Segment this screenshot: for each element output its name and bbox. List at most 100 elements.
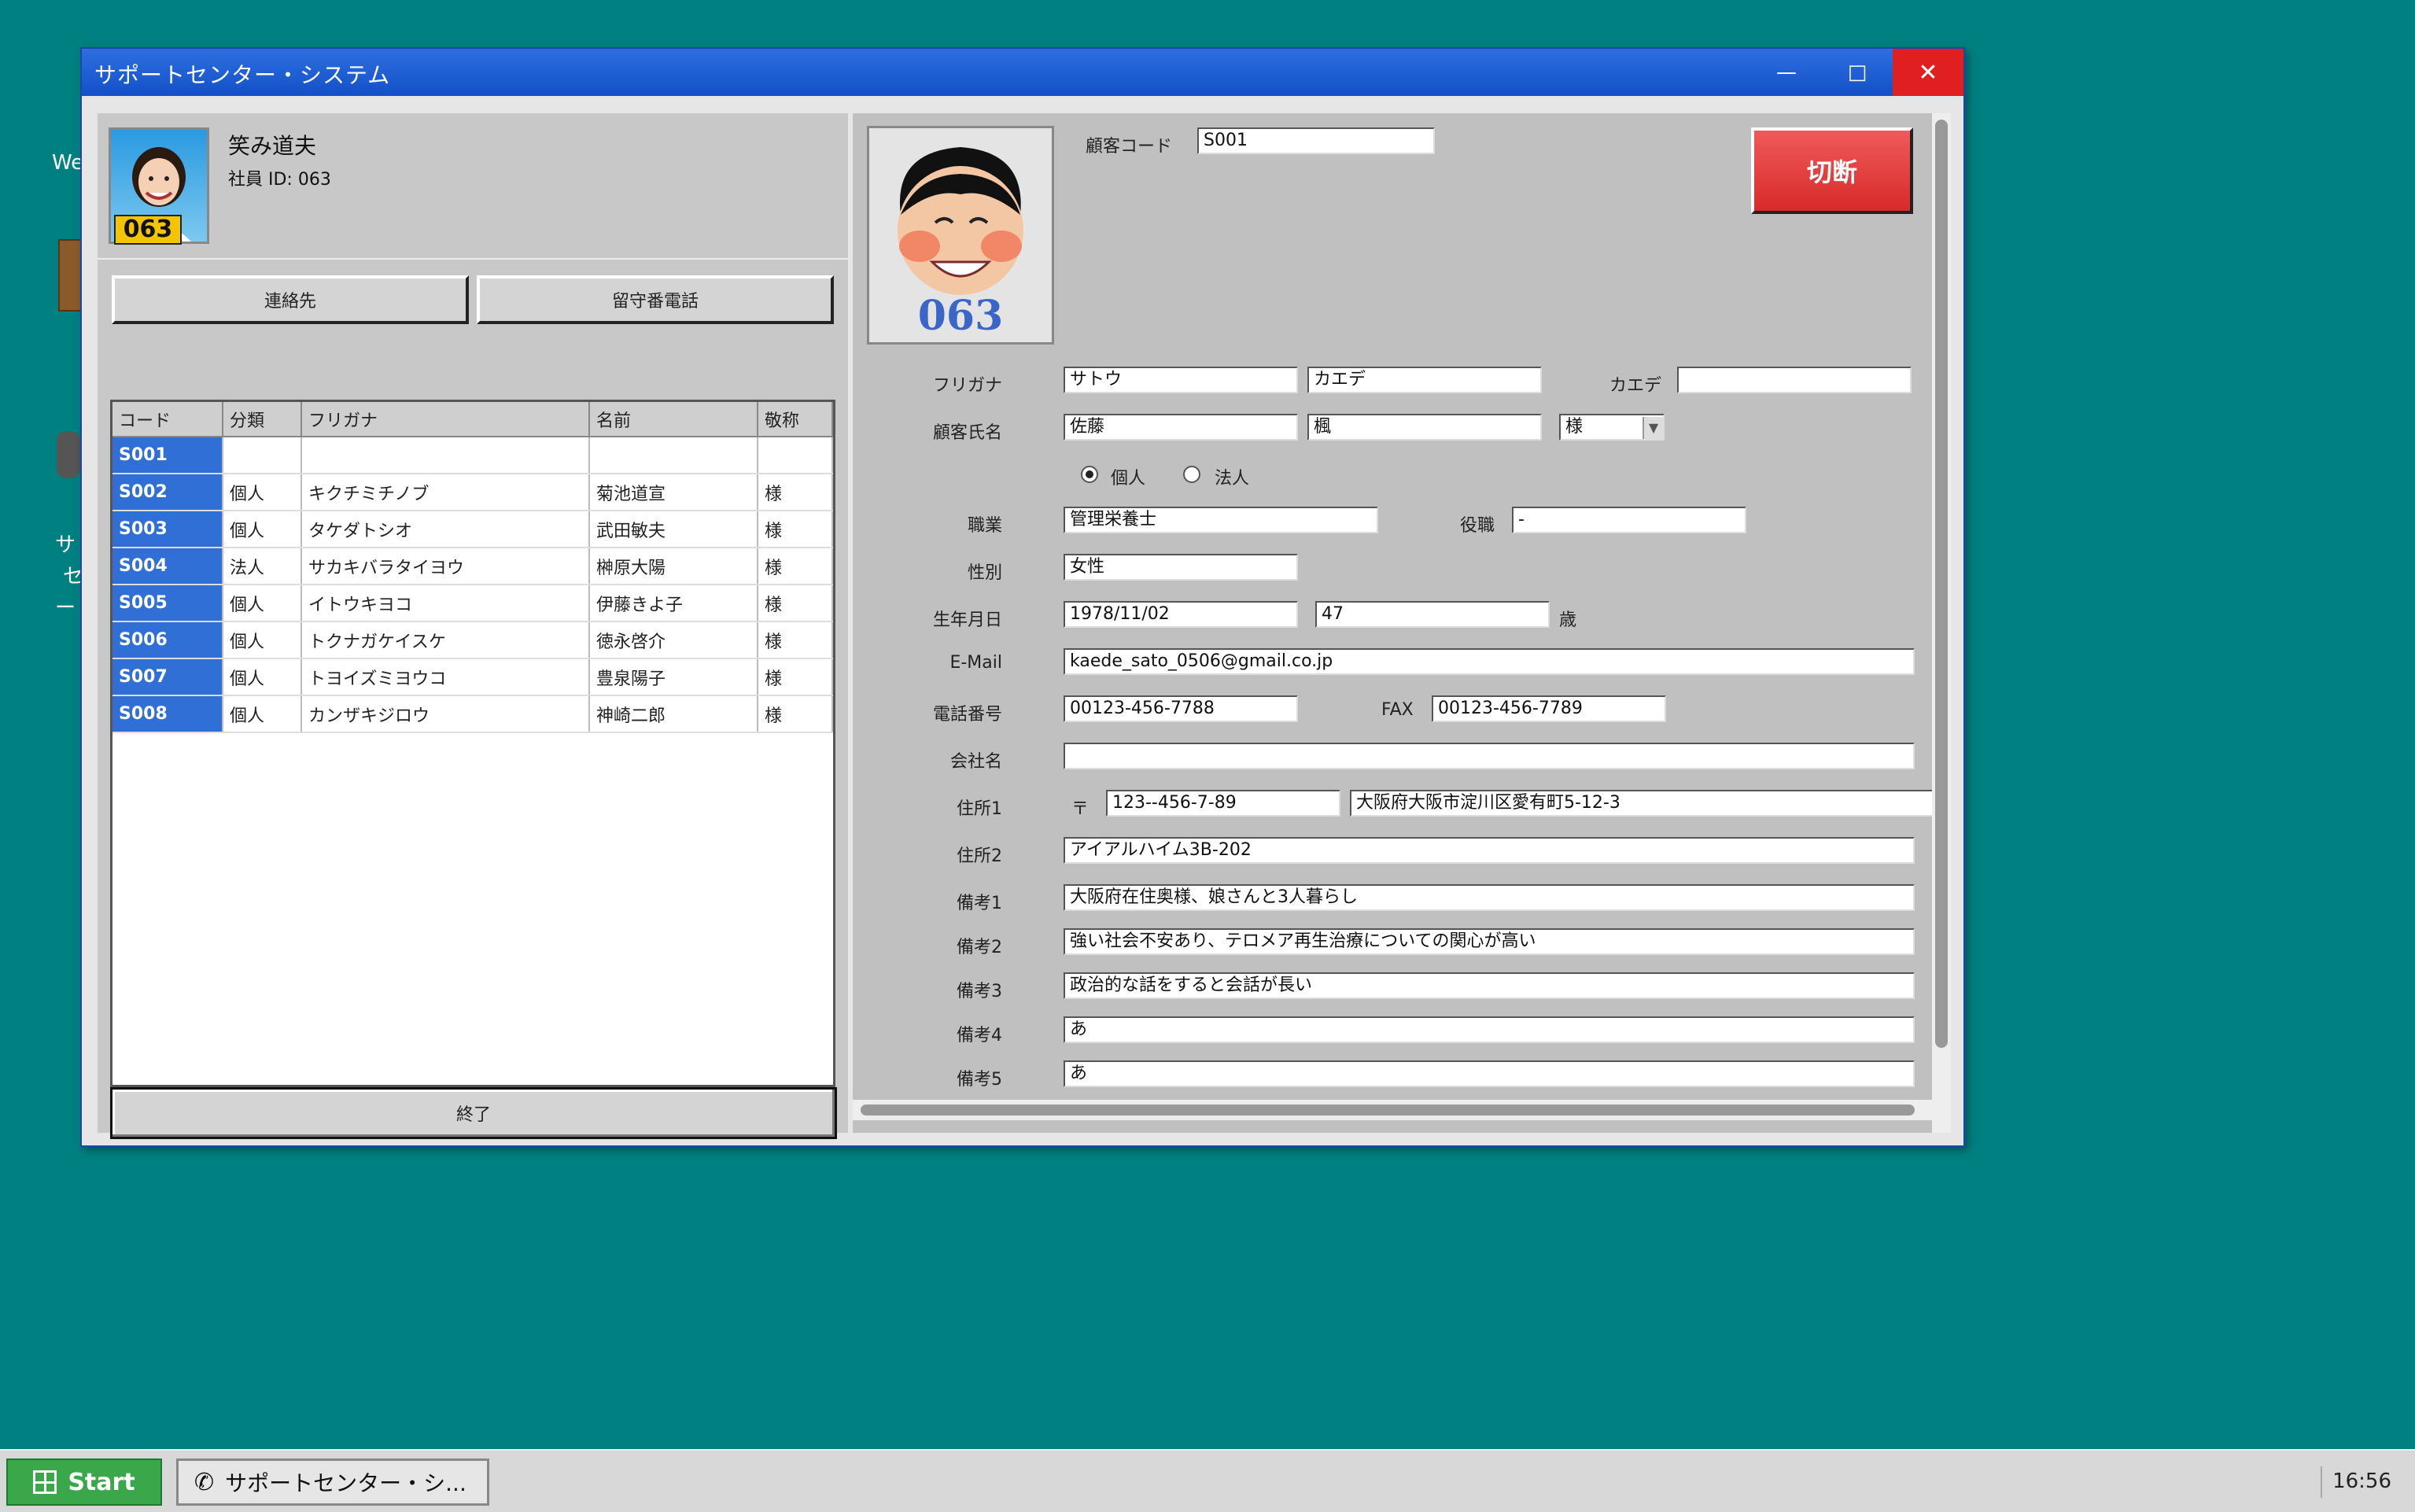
column-header[interactable]: 名前 — [589, 402, 758, 437]
customer-code-cell[interactable]: S004 — [112, 548, 223, 585]
gender-field[interactable]: 女性 — [1064, 554, 1298, 581]
table-cell[interactable] — [223, 437, 302, 474]
exit-button[interactable]: 終了 — [110, 1087, 837, 1139]
furigana-first-field[interactable]: カエデ — [1307, 367, 1542, 393]
phone-field[interactable]: 00123-456-7788 — [1064, 695, 1298, 722]
table-cell[interactable] — [301, 437, 590, 474]
taskbar: Start ✆ サポートセンター・シ... 16:56 — [0, 1449, 2415, 1512]
table-cell[interactable]: 様 — [758, 548, 833, 585]
table-row[interactable]: S002 個人 キクチミチノブ 菊池道宣様 — [112, 474, 833, 511]
table-cell[interactable]: 様 — [758, 585, 833, 622]
table-cell[interactable]: 伊藤きよ子 — [589, 585, 758, 622]
table-cell[interactable]: 榊原大陽 — [589, 548, 758, 585]
note3-field[interactable]: 政治的な話をすると会話が長い — [1064, 972, 1915, 999]
fax-field[interactable]: 00123-456-7789 — [1432, 695, 1666, 722]
address1-field[interactable]: 大阪府大阪市淀川区愛有町5-12-3 — [1350, 790, 1946, 817]
postal-field[interactable]: 123--456-7-89 — [1106, 790, 1340, 817]
table-cell[interactable]: イトウキヨコ — [301, 585, 590, 622]
birthday-field[interactable]: 1978/11/02 — [1064, 601, 1298, 628]
column-header[interactable]: コード — [112, 402, 223, 437]
radio-corporate[interactable] — [1183, 466, 1200, 483]
maximize-button[interactable]: □ — [1822, 49, 1893, 96]
table-row[interactable]: S006 個人 トクナガケイスケ 徳永啓介様 — [112, 621, 833, 659]
note4-field[interactable]: あ — [1064, 1016, 1915, 1043]
table-cell[interactable]: サカキバラタイヨウ — [301, 548, 590, 585]
customer-code-cell[interactable]: S006 — [112, 621, 223, 659]
table-cell[interactable]: カンザキジロウ — [301, 695, 590, 733]
table-cell[interactable]: 個人 — [223, 658, 302, 696]
start-button[interactable]: Start — [6, 1459, 162, 1506]
vertical-scrollbar[interactable] — [1932, 113, 1951, 1133]
table-cell[interactable]: 様 — [758, 474, 833, 511]
kaede-field[interactable] — [1677, 367, 1912, 393]
desktop-icon-phone[interactable] — [57, 431, 80, 478]
customer-code-cell[interactable]: S005 — [112, 585, 223, 622]
table-row[interactable]: S001 — [112, 437, 833, 474]
email-field[interactable]: kaede_sato_0506@gmail.co.jp — [1064, 648, 1915, 675]
table-row[interactable]: S008 個人 カンザキジロウ 神崎二郎様 — [112, 695, 833, 733]
table-cell[interactable]: トクナガケイスケ — [301, 621, 590, 659]
table-cell[interactable]: 個人 — [223, 621, 302, 659]
furigana-last-field[interactable]: サトウ — [1064, 367, 1298, 393]
column-header[interactable]: 分類 — [223, 402, 302, 437]
table-cell[interactable]: 神崎二郎 — [589, 695, 758, 733]
desktop-icon-text-we[interactable]: We — [52, 151, 83, 175]
column-header[interactable]: 敬称 — [758, 402, 833, 437]
occupation-field[interactable]: 管理栄養士 — [1064, 507, 1378, 533]
note2-field[interactable]: 強い社会不安あり、テロメア再生治療についての関心が高い — [1064, 928, 1915, 955]
customer-code-field[interactable]: S001 — [1197, 127, 1435, 154]
name-first-field[interactable]: 楓 — [1307, 414, 1542, 441]
customer-code-cell[interactable]: S002 — [112, 474, 223, 511]
address2-field[interactable]: アイアルハイム3B-202 — [1064, 837, 1915, 864]
table-cell[interactable]: 様 — [758, 658, 833, 696]
minimize-button[interactable]: — — [1751, 49, 1822, 96]
table-cell[interactable]: 個人 — [223, 511, 302, 548]
employee-photo: 063 — [109, 127, 209, 245]
table-cell[interactable]: 豊泉陽子 — [589, 658, 758, 696]
column-header[interactable]: フリガナ — [301, 402, 590, 437]
company-field[interactable] — [1064, 743, 1915, 769]
position-field[interactable]: - — [1512, 507, 1746, 533]
close-button[interactable]: ✕ — [1893, 49, 1963, 96]
contacts-button[interactable]: 連絡先 — [112, 275, 469, 324]
table-row[interactable]: S005 個人 イトウキヨコ 伊藤きよ子様 — [112, 585, 833, 622]
table-cell[interactable]: キクチミチノブ — [301, 474, 590, 511]
table-row[interactable]: S007 個人 トヨイズミヨウコ 豊泉陽子様 — [112, 658, 833, 696]
note5-field[interactable]: あ — [1064, 1060, 1915, 1087]
table-cell[interactable]: 様 — [758, 695, 833, 733]
table-cell[interactable]: 菊池道宣 — [589, 474, 758, 511]
radio-individual-label: 個人 — [1111, 469, 1146, 489]
table-row[interactable]: S003 個人 タケダトシオ 武田敏夫様 — [112, 511, 833, 548]
table-cell[interactable]: 個人 — [223, 695, 302, 733]
table-cell[interactable]: 法人 — [223, 548, 302, 585]
disconnect-button[interactable]: 切断 — [1751, 127, 1913, 214]
horizontal-scrollbar[interactable] — [853, 1100, 1932, 1120]
title-bar[interactable]: サポートセンター・システム — □ ✕ — [82, 49, 1963, 96]
table-cell[interactable] — [589, 437, 758, 474]
vertical-scroll-thumb[interactable] — [1935, 120, 1948, 1048]
age-field[interactable]: 47 — [1315, 601, 1550, 628]
taskbar-app-button[interactable]: ✆ サポートセンター・シ... — [176, 1459, 489, 1506]
customer-code-cell[interactable]: S003 — [112, 511, 223, 548]
address2-label: 住所2 — [957, 846, 1002, 866]
name-last-field[interactable]: 佐藤 — [1064, 414, 1298, 441]
table-cell[interactable]: 様 — [758, 621, 833, 659]
voicemail-button[interactable]: 留守番電話 — [477, 275, 834, 324]
table-cell[interactable]: 個人 — [223, 474, 302, 511]
chevron-down-icon[interactable]: ▼ — [1643, 417, 1663, 439]
radio-individual[interactable] — [1081, 466, 1098, 483]
table-cell[interactable]: トヨイズミヨウコ — [301, 658, 590, 696]
horizontal-scroll-thumb[interactable] — [861, 1104, 1915, 1116]
table-cell[interactable]: 様 — [758, 511, 833, 548]
table-row[interactable]: S004 法人 サカキバラタイヨウ 榊原大陽様 — [112, 548, 833, 585]
note1-field[interactable]: 大阪府在住奥様、娘さんと3人暮らし — [1064, 884, 1915, 911]
customer-code-cell[interactable]: S001 — [112, 437, 223, 474]
table-cell[interactable]: 武田敏夫 — [589, 511, 758, 548]
customer-table[interactable]: コード 分類 フリガナ 名前 敬称 S001 S002 個人 キクチミチノブ 菊池道宣様… — [110, 400, 835, 1087]
table-cell[interactable]: 個人 — [223, 585, 302, 622]
customer-code-cell[interactable]: S008 — [112, 695, 223, 733]
customer-code-cell[interactable]: S007 — [112, 658, 223, 696]
table-cell[interactable]: 徳永啓介 — [589, 621, 758, 659]
table-cell[interactable] — [758, 437, 833, 474]
table-cell[interactable]: タケダトシオ — [301, 511, 590, 548]
